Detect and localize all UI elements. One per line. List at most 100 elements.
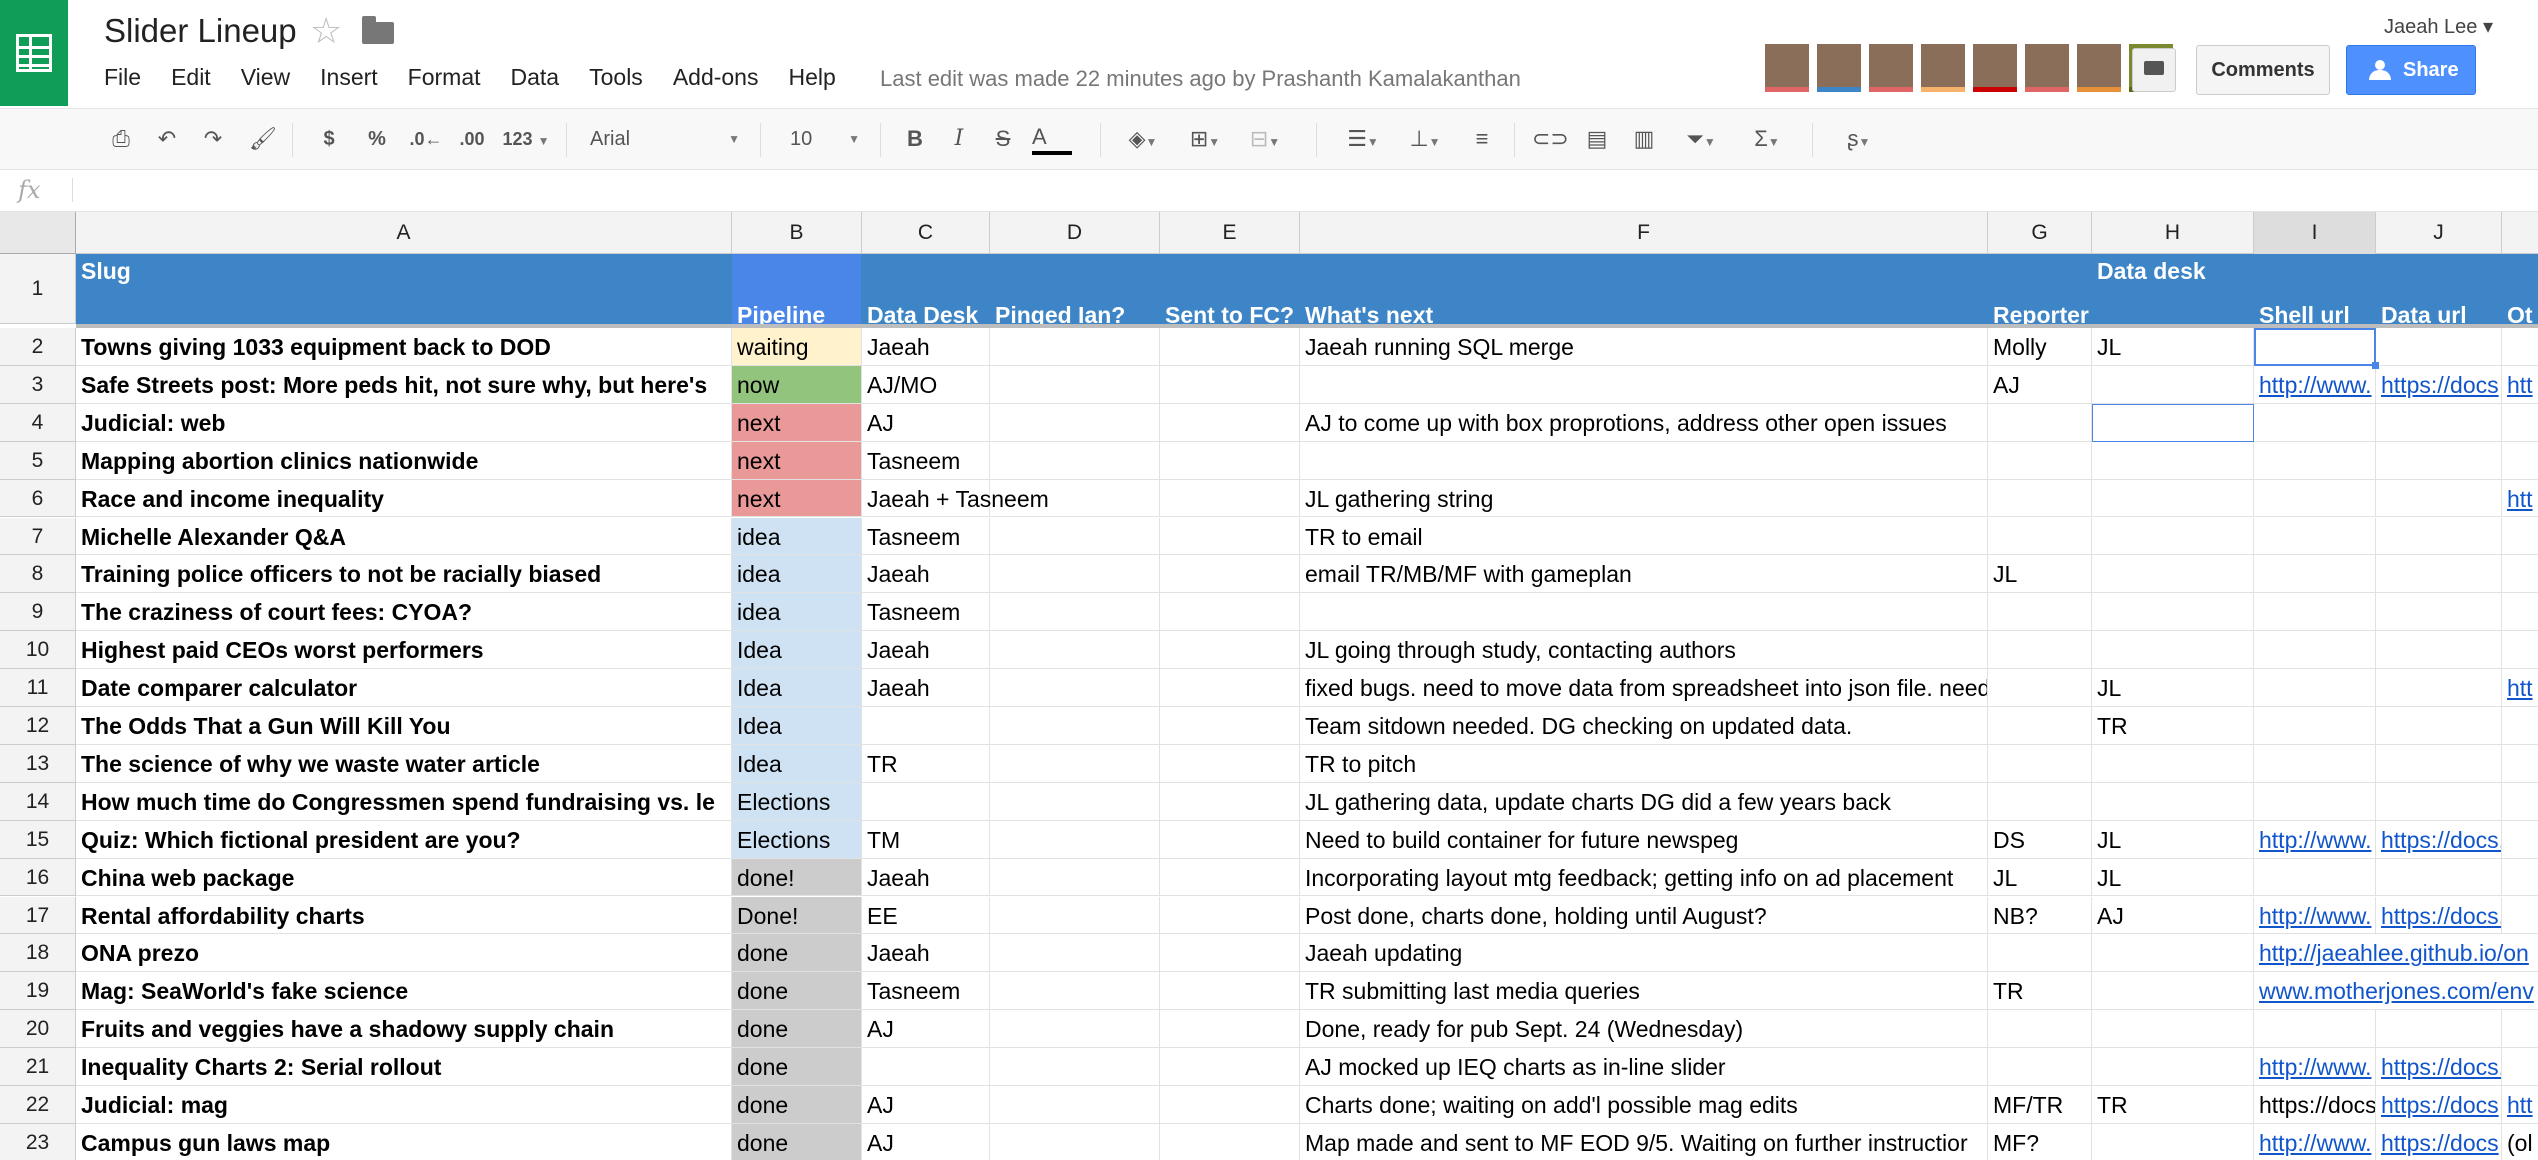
data-desk-assignee-cell[interactable]: JL	[2092, 820, 2254, 859]
shell-url-cell[interactable]	[2254, 669, 2376, 707]
column-header-g[interactable]: G	[1988, 212, 2092, 254]
pipeline-cell[interactable]: done!	[732, 858, 862, 897]
data-desk-assignee-cell[interactable]: JL	[2092, 328, 2254, 366]
pinged-cell[interactable]	[990, 1123, 1160, 1160]
pipeline-cell[interactable]: next	[732, 441, 862, 480]
data-desk-cell[interactable]: Tasneem	[862, 972, 990, 1011]
shell-url-cell[interactable]: http://jaeahlee.github.io/on	[2254, 934, 2538, 973]
other-cell[interactable]: htt	[2502, 366, 2538, 404]
whats-next-cell[interactable]: JL going through study, contacting autho…	[1300, 631, 1988, 670]
slug-cell[interactable]: China web package	[76, 858, 732, 897]
insert-comment-icon[interactable]: ▤	[1582, 123, 1612, 155]
pinged-cell[interactable]	[990, 669, 1160, 707]
data-desk-assignee-cell[interactable]: TR	[2092, 707, 2254, 745]
sent-cell[interactable]	[1160, 479, 1300, 518]
row-header[interactable]: 1	[0, 254, 76, 324]
reporter-cell[interactable]	[1988, 631, 2092, 670]
whats-next-cell[interactable]: Map made and sent to MF EOD 9/5. Waiting…	[1300, 1123, 1988, 1160]
whats-next-cell[interactable]: Incorporating layout mtg feedback; getti…	[1300, 858, 1988, 897]
data-desk-cell[interactable]: AJ/MO	[862, 365, 990, 404]
avatar[interactable]	[1921, 44, 1965, 92]
slug-cell[interactable]: Training police officers to not be racia…	[76, 555, 732, 594]
borders-icon[interactable]: ⊞▼	[1180, 123, 1230, 155]
other-cell[interactable]	[2502, 783, 2538, 821]
other-cell[interactable]: htt	[2502, 669, 2538, 707]
other-cell[interactable]	[2502, 1048, 2538, 1086]
sent-cell[interactable]	[1160, 1010, 1300, 1049]
pinged-cell[interactable]	[990, 858, 1160, 897]
shell-url-cell[interactable]	[2254, 555, 2376, 594]
data-desk-cell[interactable]	[862, 782, 990, 821]
folder-icon[interactable]	[362, 16, 394, 44]
sent-cell[interactable]	[1160, 1123, 1300, 1160]
other-cell[interactable]	[2502, 404, 2538, 442]
column-header-j[interactable]: J	[2376, 212, 2502, 254]
reporter-cell[interactable]	[1988, 593, 2092, 632]
data-url-cell[interactable]	[2376, 744, 2502, 783]
filter-icon[interactable]: ⏷▼	[1676, 123, 1726, 155]
formula-bar[interactable]: fx	[0, 170, 2538, 212]
shell-url-cell[interactable]: http://www.	[2254, 365, 2376, 404]
data-desk-assignee-cell[interactable]	[2092, 972, 2254, 1011]
row-header[interactable]: 21	[0, 1048, 76, 1086]
data-desk-assignee-cell[interactable]: TR	[2092, 1086, 2254, 1124]
data-desk-assignee-cell[interactable]: AJ	[2092, 896, 2254, 935]
reporter-cell[interactable]	[1988, 934, 2092, 973]
reporter-cell[interactable]	[1988, 1048, 2092, 1086]
row-header[interactable]: 15	[0, 820, 76, 859]
reporter-cell[interactable]: AJ	[1988, 365, 2092, 404]
data-desk-cell[interactable]: Jaeah	[862, 934, 990, 973]
data-desk-cell[interactable]: Jaeah	[862, 669, 990, 707]
shell-url-cell[interactable]	[2254, 441, 2376, 480]
star-icon[interactable]: ☆	[310, 10, 342, 52]
header-cell-b[interactable]: Pipeline	[732, 254, 862, 324]
row-header[interactable]: 8	[0, 555, 76, 594]
menu-edit[interactable]: Edit	[171, 64, 211, 91]
data-desk-cell[interactable]: AJ	[862, 403, 990, 442]
pipeline-cell[interactable]: done	[732, 972, 862, 1011]
pinged-cell[interactable]	[990, 782, 1160, 821]
pinged-cell[interactable]	[990, 1010, 1160, 1049]
pipeline-cell[interactable]: done	[732, 1123, 862, 1160]
data-desk-cell[interactable]: Tasneem	[862, 593, 990, 632]
pinged-cell[interactable]	[990, 820, 1160, 859]
decrease-decimal-button[interactable]: .0←	[406, 123, 446, 155]
header-cell-f[interactable]: What's next	[1300, 254, 1988, 324]
other-cell[interactable]	[2502, 1010, 2538, 1049]
avatar[interactable]	[1765, 44, 1809, 92]
last-edit-status[interactable]: Last edit was made 22 minutes ago by Pra…	[880, 66, 1521, 92]
header-cell-j[interactable]: Data url	[2376, 254, 2502, 324]
pipeline-cell[interactable]: done	[732, 1048, 862, 1086]
shell-url-cell[interactable]	[2254, 479, 2376, 518]
avatar[interactable]	[2077, 44, 2121, 92]
data-url-cell[interactable]: https://docs.go	[2376, 1048, 2502, 1086]
data-desk-cell[interactable]: EE	[862, 896, 990, 935]
pipeline-cell[interactable]: done	[732, 1010, 862, 1049]
slug-cell[interactable]: The Odds That a Gun Will Kill You	[76, 707, 732, 745]
data-url-cell[interactable]	[2376, 782, 2502, 821]
shell-url-cell[interactable]	[2254, 631, 2376, 670]
more-formats-button[interactable]: 123 ▼	[496, 123, 556, 155]
pipeline-cell[interactable]: next	[732, 403, 862, 442]
sent-cell[interactable]	[1160, 1048, 1300, 1086]
data-desk-cell[interactable]: AJ	[862, 1123, 990, 1160]
data-desk-assignee-cell[interactable]	[2092, 555, 2254, 594]
shell-url-cell[interactable]	[2254, 782, 2376, 821]
data-desk-assignee-cell[interactable]	[2092, 744, 2254, 783]
reporter-cell[interactable]	[1988, 517, 2092, 556]
row-header[interactable]: 22	[0, 1086, 76, 1124]
whats-next-cell[interactable]: Jaeah updating	[1300, 934, 1988, 973]
data-desk-cell[interactable]: Jaeah	[862, 555, 990, 594]
vertical-align-icon[interactable]: ⊥▼	[1400, 123, 1450, 155]
pinged-cell[interactable]	[990, 1086, 1160, 1124]
whats-next-cell[interactable]	[1300, 593, 1988, 632]
row-header[interactable]: 9	[0, 593, 76, 632]
data-desk-assignee-cell[interactable]: JL	[2092, 858, 2254, 897]
other-cell[interactable]	[2502, 442, 2538, 480]
data-url-cell[interactable]: https://docs	[2376, 365, 2502, 404]
menu-data[interactable]: Data	[511, 64, 560, 91]
sent-cell[interactable]	[1160, 593, 1300, 632]
other-cell[interactable]: htt	[2502, 1086, 2538, 1124]
reporter-cell[interactable]	[1988, 669, 2092, 707]
data-desk-cell[interactable]: Jaeah + Tasneem	[862, 479, 1049, 518]
